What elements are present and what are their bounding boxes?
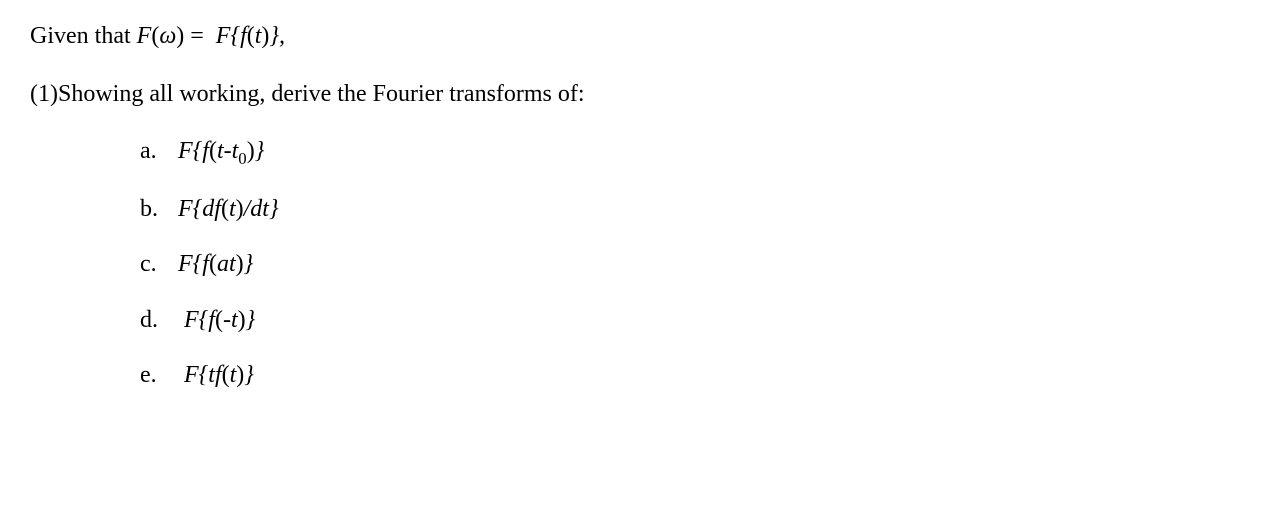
c-t: t bbox=[229, 251, 236, 277]
c-lbrace: { bbox=[193, 251, 203, 277]
given-rbrace: }, bbox=[269, 23, 285, 49]
marker-e: e. bbox=[140, 359, 172, 393]
d-neg: - bbox=[223, 307, 231, 333]
a-rbrace: } bbox=[255, 138, 265, 164]
a-lbrace: { bbox=[193, 138, 203, 164]
e-rbrace: } bbox=[244, 362, 254, 388]
d-lparen: ( bbox=[215, 307, 223, 333]
prompt-text: Showing all working, derive the Fourier … bbox=[58, 81, 585, 107]
d-f: f bbox=[208, 307, 215, 333]
e-f: f bbox=[215, 362, 222, 388]
a-rparen: ) bbox=[247, 138, 255, 164]
marker-a: a. bbox=[140, 135, 172, 169]
b-rbrace: } bbox=[269, 196, 279, 222]
items-list: a. F{f(t-t0)} b. F{df(t)/dt} c. F{f(at)}… bbox=[30, 135, 1232, 393]
item-e: e. F{tf(t)} bbox=[140, 359, 1232, 393]
c-f: f bbox=[202, 251, 209, 277]
c-rparen: ) bbox=[236, 251, 244, 277]
c-lparen: ( bbox=[209, 251, 217, 277]
a-t: t bbox=[217, 138, 224, 164]
item-d: d. F{f(-t)} bbox=[140, 304, 1232, 338]
b-d2: d bbox=[250, 196, 262, 222]
a-minus: - bbox=[224, 138, 232, 164]
b-rparen: ) bbox=[236, 196, 244, 222]
a-scriptF: F bbox=[178, 138, 193, 164]
a-lparen: ( bbox=[209, 138, 217, 164]
given-omega: ω bbox=[159, 23, 176, 49]
given-line: Given that F(ω) = F{f(t)}, bbox=[30, 20, 1232, 54]
d-lbrace: { bbox=[199, 307, 209, 333]
b-lparen: ( bbox=[221, 196, 229, 222]
d-rbrace: } bbox=[246, 307, 256, 333]
given-lparen2: ( bbox=[247, 23, 255, 49]
given-lbrace: { bbox=[230, 23, 240, 49]
prompt-num: (1) bbox=[30, 81, 58, 107]
given-prefix: Given that bbox=[30, 23, 137, 49]
c-a: a bbox=[217, 251, 229, 277]
marker-b: b. bbox=[140, 193, 172, 227]
e-scriptF: F bbox=[184, 362, 199, 388]
d-t: t bbox=[231, 307, 238, 333]
a-sub0: 0 bbox=[238, 149, 246, 168]
c-scriptF: F bbox=[178, 251, 193, 277]
e-lparen: ( bbox=[222, 362, 230, 388]
given-F: F bbox=[137, 23, 152, 49]
d-rparen: ) bbox=[238, 307, 246, 333]
given-scriptF: F bbox=[216, 23, 231, 49]
e-lbrace: { bbox=[199, 362, 209, 388]
prompt-line: (1)Showing all working, derive the Fouri… bbox=[30, 78, 1232, 112]
b-scriptF: F bbox=[178, 196, 193, 222]
marker-c: c. bbox=[140, 248, 172, 282]
b-lbrace: { bbox=[193, 196, 203, 222]
e-t1: t bbox=[208, 362, 215, 388]
b-t2: t bbox=[262, 196, 269, 222]
marker-d: d. bbox=[140, 304, 172, 338]
item-b: b. F{df(t)/dt} bbox=[140, 193, 1232, 227]
item-c: c. F{f(at)} bbox=[140, 248, 1232, 282]
b-d1: d bbox=[202, 196, 214, 222]
given-f: f bbox=[240, 23, 247, 49]
b-f: f bbox=[214, 196, 221, 222]
a-f: f bbox=[202, 138, 209, 164]
given-eq: ) = bbox=[176, 23, 210, 49]
d-scriptF: F bbox=[184, 307, 199, 333]
item-a: a. F{f(t-t0)} bbox=[140, 135, 1232, 170]
c-rbrace: } bbox=[244, 251, 254, 277]
b-t: t bbox=[229, 196, 236, 222]
